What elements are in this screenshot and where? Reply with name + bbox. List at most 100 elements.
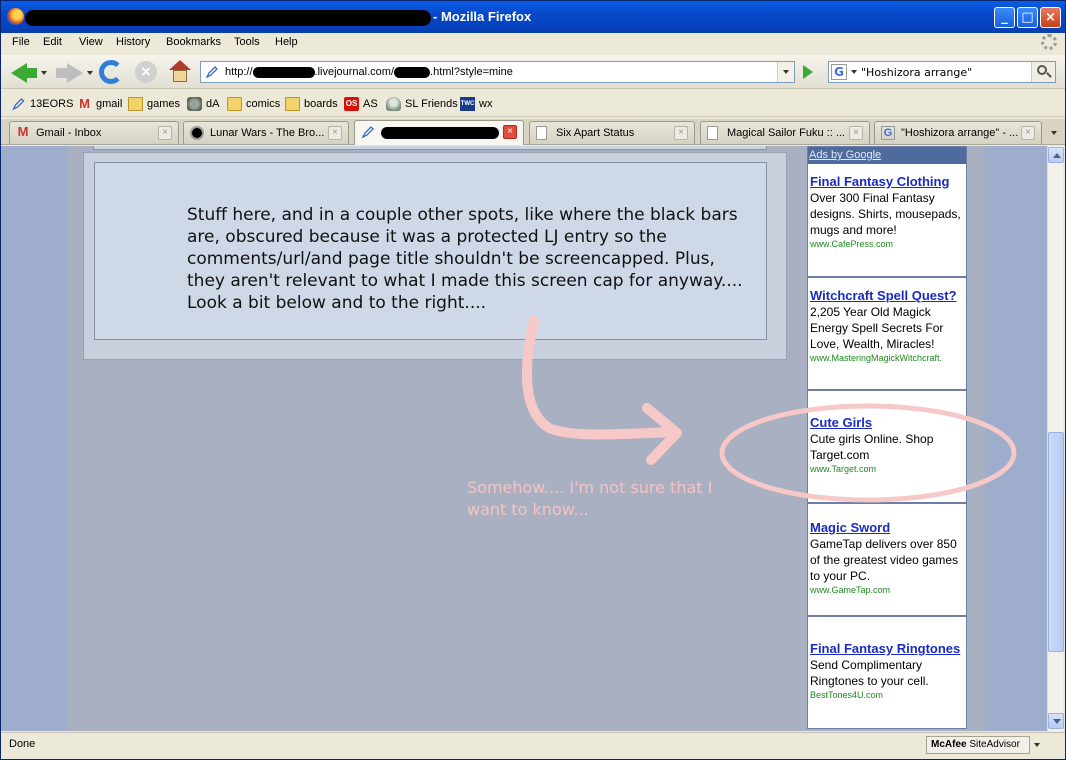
bookmark-folder-boards[interactable]: boards bbox=[285, 96, 338, 112]
bookmark-label: dA bbox=[206, 98, 220, 110]
forward-history-dropdown-icon[interactable] bbox=[87, 71, 93, 75]
tab-label: Magical Sailor Fuku :: ... bbox=[727, 127, 845, 139]
bookmark-13eors[interactable]: 13EORS bbox=[11, 96, 73, 112]
lastfm-icon: OS bbox=[344, 97, 359, 111]
google-icon[interactable]: G bbox=[831, 64, 847, 80]
chevron-down-icon bbox=[783, 70, 789, 74]
tab-livejournal-active[interactable]: × bbox=[354, 120, 524, 145]
reload-icon[interactable] bbox=[99, 60, 123, 84]
bookmark-label: wx bbox=[479, 98, 493, 110]
tab-close-button[interactable]: × bbox=[849, 126, 863, 140]
vertical-scrollbar[interactable] bbox=[1047, 146, 1064, 731]
redacted-title bbox=[25, 10, 431, 26]
bookmark-da[interactable]: dA bbox=[187, 96, 219, 112]
folder-icon bbox=[285, 97, 300, 111]
url-text[interactable]: http://.livejournal.com/.html?style=mine bbox=[225, 66, 513, 78]
minimize-button[interactable]: _ bbox=[994, 7, 1015, 28]
moon-icon bbox=[190, 126, 204, 140]
second-life-icon bbox=[386, 97, 401, 111]
status-text: Done bbox=[9, 738, 36, 750]
google-icon: G bbox=[881, 126, 895, 140]
tab-magical-sailor-fuku[interactable]: Magical Sailor Fuku :: ... × bbox=[700, 121, 870, 144]
bookmark-wx[interactable]: TWC wx bbox=[460, 96, 492, 112]
bookmark-label: 13EORS bbox=[30, 98, 74, 110]
bookmark-label: AS bbox=[363, 98, 378, 110]
annotation-text: Somehow.... I'm not sure that I want to … bbox=[467, 478, 713, 519]
menu-bookmarks[interactable]: Bookmarks bbox=[166, 36, 221, 48]
bookmark-label: gmail bbox=[96, 98, 123, 110]
tab-label: Lunar Wars - The Bro... bbox=[210, 127, 325, 139]
tab-label: Gmail - Inbox bbox=[36, 127, 102, 139]
tab-lunar-wars[interactable]: Lunar Wars - The Bro... × bbox=[183, 121, 349, 144]
menu-edit[interactable]: Edit bbox=[43, 36, 62, 48]
menu-help[interactable]: Help bbox=[275, 36, 298, 48]
search-button[interactable] bbox=[1031, 62, 1055, 82]
bookmark-folder-comics[interactable]: comics bbox=[227, 96, 280, 112]
bookmark-as[interactable]: OS AS bbox=[344, 96, 378, 112]
mcafee-brand: McAfee bbox=[931, 739, 967, 750]
folder-icon bbox=[128, 97, 143, 111]
tab-label: "Hoshizora arrange" - ... bbox=[901, 127, 1019, 139]
back-button[interactable] bbox=[25, 68, 37, 78]
tab-close-button[interactable]: × bbox=[328, 126, 342, 140]
arrow-up-icon bbox=[1053, 153, 1061, 158]
menu-view[interactable]: View bbox=[79, 36, 103, 48]
throbber-icon bbox=[1041, 34, 1057, 50]
url-bar[interactable]: http://.livejournal.com/.html?style=mine bbox=[200, 61, 795, 83]
tab-gmail[interactable]: M Gmail - Inbox × bbox=[9, 121, 179, 144]
mcafee-product: SiteAdvisor bbox=[969, 739, 1020, 750]
search-input[interactable]: "Hoshizora arrange" bbox=[861, 66, 972, 79]
tab-close-button[interactable]: × bbox=[1021, 126, 1035, 140]
chevron-down-icon bbox=[1051, 131, 1057, 135]
weather-channel-icon: TWC bbox=[460, 97, 475, 111]
tab-list-button[interactable] bbox=[1045, 123, 1063, 143]
mcafee-dropdown-icon[interactable] bbox=[1034, 743, 1040, 747]
back-history-dropdown-icon[interactable] bbox=[41, 71, 47, 75]
gmail-icon: M bbox=[17, 124, 29, 139]
arrow-down-icon bbox=[1053, 719, 1061, 724]
home-icon[interactable] bbox=[169, 60, 191, 82]
pink-circle-highlight bbox=[719, 403, 1017, 503]
menu-history[interactable]: History bbox=[116, 36, 150, 48]
menu-tools[interactable]: Tools bbox=[234, 36, 260, 48]
scroll-thumb[interactable] bbox=[1048, 432, 1064, 652]
redacted-tab-title bbox=[381, 127, 499, 139]
forward-arrow-icon[interactable] bbox=[67, 63, 83, 83]
bookmark-sl-friends[interactable]: SL Friends bbox=[386, 96, 458, 112]
livejournal-pen-icon bbox=[361, 126, 374, 139]
search-bar[interactable]: G "Hoshizora arrange" bbox=[828, 61, 1056, 83]
search-engine-dropdown-icon[interactable] bbox=[851, 70, 857, 74]
menu-file[interactable]: File bbox=[12, 36, 30, 48]
gmail-icon: M bbox=[79, 96, 90, 111]
stop-icon[interactable]: × bbox=[135, 61, 157, 83]
tab-close-button[interactable]: × bbox=[674, 126, 688, 140]
menu-bar: File Edit View History Bookmarks Tools H… bbox=[1, 33, 1065, 53]
title-bar: - Mozilla Firefox _ □ × bbox=[1, 1, 1065, 33]
bookmark-label: SL Friends bbox=[405, 98, 458, 110]
maximize-button[interactable]: □ bbox=[1017, 7, 1038, 28]
tab-close-button[interactable]: × bbox=[158, 126, 172, 140]
annotation-overlay bbox=[522, 316, 1017, 503]
tab-six-apart-status[interactable]: Six Apart Status × bbox=[529, 121, 695, 144]
bookmark-label: comics bbox=[246, 98, 281, 110]
livejournal-pen-icon bbox=[12, 98, 25, 111]
bookmarks-toolbar: 13EORS M gmail games dA comics boards OS… bbox=[1, 91, 1065, 117]
close-button[interactable]: × bbox=[1040, 7, 1061, 28]
scroll-down-button[interactable] bbox=[1048, 713, 1064, 729]
url-history-dropdown[interactable] bbox=[777, 62, 794, 82]
page-icon bbox=[707, 126, 718, 140]
bookmark-folder-games[interactable]: games bbox=[128, 96, 180, 112]
scroll-up-button[interactable] bbox=[1048, 147, 1064, 163]
go-button[interactable] bbox=[799, 63, 817, 81]
bookmark-label: boards bbox=[304, 98, 338, 110]
window-title: - Mozilla Firefox bbox=[433, 9, 532, 24]
deviantart-icon bbox=[187, 97, 202, 111]
livejournal-pen-icon bbox=[205, 66, 218, 79]
firefox-window: - Mozilla Firefox _ □ × File Edit View H… bbox=[0, 0, 1066, 760]
folder-icon bbox=[227, 97, 242, 111]
mcafee-siteadvisor-button[interactable]: McAfee SiteAdvisor bbox=[926, 736, 1030, 754]
firefox-icon[interactable] bbox=[7, 8, 24, 25]
tab-google-search[interactable]: G "Hoshizora arrange" - ... × bbox=[874, 121, 1042, 144]
tab-close-button[interactable]: × bbox=[503, 125, 517, 139]
bookmark-gmail[interactable]: M gmail bbox=[77, 96, 122, 112]
